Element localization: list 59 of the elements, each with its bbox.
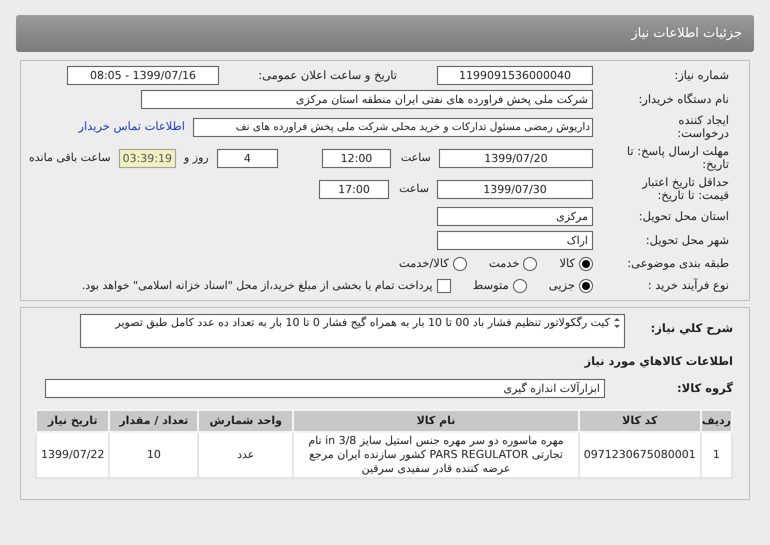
days-field: 4 [216, 148, 278, 168]
creator-field: داریوش رمضی مسئول تدارکات و خرید محلی شرکت ملی پخش فراورده های نف [193, 118, 593, 136]
description-text: کیت رگکولاتور تنظیم فشار باد 00 تا 10 بار به همراه گیج فشار 0 تا 10 بار به تعداد ده عدد کامل طبق تصویر [115, 314, 610, 331]
validity-date-field: 1399/07/30 [437, 180, 593, 198]
radio-button[interactable] [452, 256, 467, 271]
radio-label: کالا [559, 255, 575, 272]
validity-time-field: 17:00 [319, 180, 389, 198]
deadline-date-field: 1399/07/20 [438, 148, 594, 168]
field-label: نام دستگاه خریدار: [637, 93, 729, 106]
radio-button[interactable] [579, 278, 593, 293]
field-label: استان محل تحویل: [638, 210, 729, 223]
column-header: نام کالا [293, 410, 579, 432]
column-header: تعداد / مقدار [109, 410, 198, 432]
payment-label: پرداخت تمام یا بخشی از مبلغ خرید،از محل "اسناد خزانه اسلامی" خواهد بود. [82, 278, 433, 294]
radio-label: کالا/خدمت [398, 255, 449, 272]
scroll-arrows-icon [614, 316, 620, 328]
announce-date-field: 1399/07/16 - 08:05 [67, 66, 219, 85]
radio-label: خدمت [488, 255, 520, 272]
radio-button[interactable] [579, 256, 593, 271]
page-title: جزئیات اطلاعات نیاز [631, 24, 742, 43]
radio-button[interactable] [512, 278, 527, 293]
field-label: نوع فرآیند خرید : [646, 279, 729, 292]
field-label: مهلت ارسال پاسخ: تا تاریخ: [626, 145, 729, 171]
days-label: روز و [184, 150, 209, 166]
field-label: ایجاد کننده درخواست: [676, 114, 729, 140]
field-label: شهر محل تحویل: [644, 234, 729, 247]
field-label: تاریخ و ساعت اعلان عمومی: [257, 69, 397, 82]
field-label: گروه کالا: [676, 382, 733, 395]
field-label: طبقه بندی موضوعی: [626, 257, 729, 270]
remaining-label: ساعت باقی مانده [29, 150, 111, 166]
radio-label: متوسط [472, 277, 509, 294]
column-header: تاریخ نیاز [36, 410, 110, 432]
time-label: ساعت [400, 150, 431, 166]
need-number-field: 1199091536000040 [437, 66, 593, 85]
table-cell: عدد [198, 432, 294, 478]
table-cell: مهره ماسوره دو سر مهره جنس استیل سایز 3/8 in نام تجارتی PARS REGULATOR کشور سازنده ایران مرجع عرضه کننده قادر سفیدی سرقین [293, 432, 579, 478]
buyer-field: شرکت ملی پخش فراورده های نفتی ایران منطقه استان مرکزی [141, 90, 593, 109]
province-field: مرکزی [437, 207, 593, 226]
table-cell: 1399/07/22 [36, 432, 110, 478]
payment-checkbox[interactable] [436, 278, 451, 293]
column-header: کد کالا [578, 410, 701, 432]
column-header: واحد شمارش [198, 410, 294, 432]
table-cell: 10 [109, 432, 198, 478]
table-cell: 0971230675080001 [578, 432, 701, 478]
field-label: شرح کلي نياز: [650, 322, 733, 334]
buyer-contact-link[interactable]: اطلاعات تماس خریدار [78, 118, 185, 136]
description-textarea[interactable]: کیت رگکولاتور تنظیم فشار باد 00 تا 10 بار به همراه گیج فشار 0 تا 10 بار به تعداد ده عدد کامل طبق تصویر [80, 314, 625, 348]
remaining-timer: 03:39:19 [118, 148, 176, 168]
goods-group-field: ابزارآلات اندازه گیری [45, 378, 605, 398]
city-field: اراک [437, 231, 593, 250]
field-label: شماره نیاز: [673, 69, 729, 82]
section-title: اطلاعات کالاهاي مورد نياز [583, 352, 733, 370]
table-cell: 1 [700, 432, 732, 478]
radio-label: جزیی [548, 277, 575, 294]
field-label: حداقل تاریخ اعتبار قیمت: تا تاریخ: [640, 176, 729, 202]
time-label: ساعت [398, 180, 429, 197]
column-header: ردیف [700, 410, 732, 432]
deadline-time-field: 12:00 [322, 148, 392, 168]
radio-button[interactable] [523, 256, 538, 271]
